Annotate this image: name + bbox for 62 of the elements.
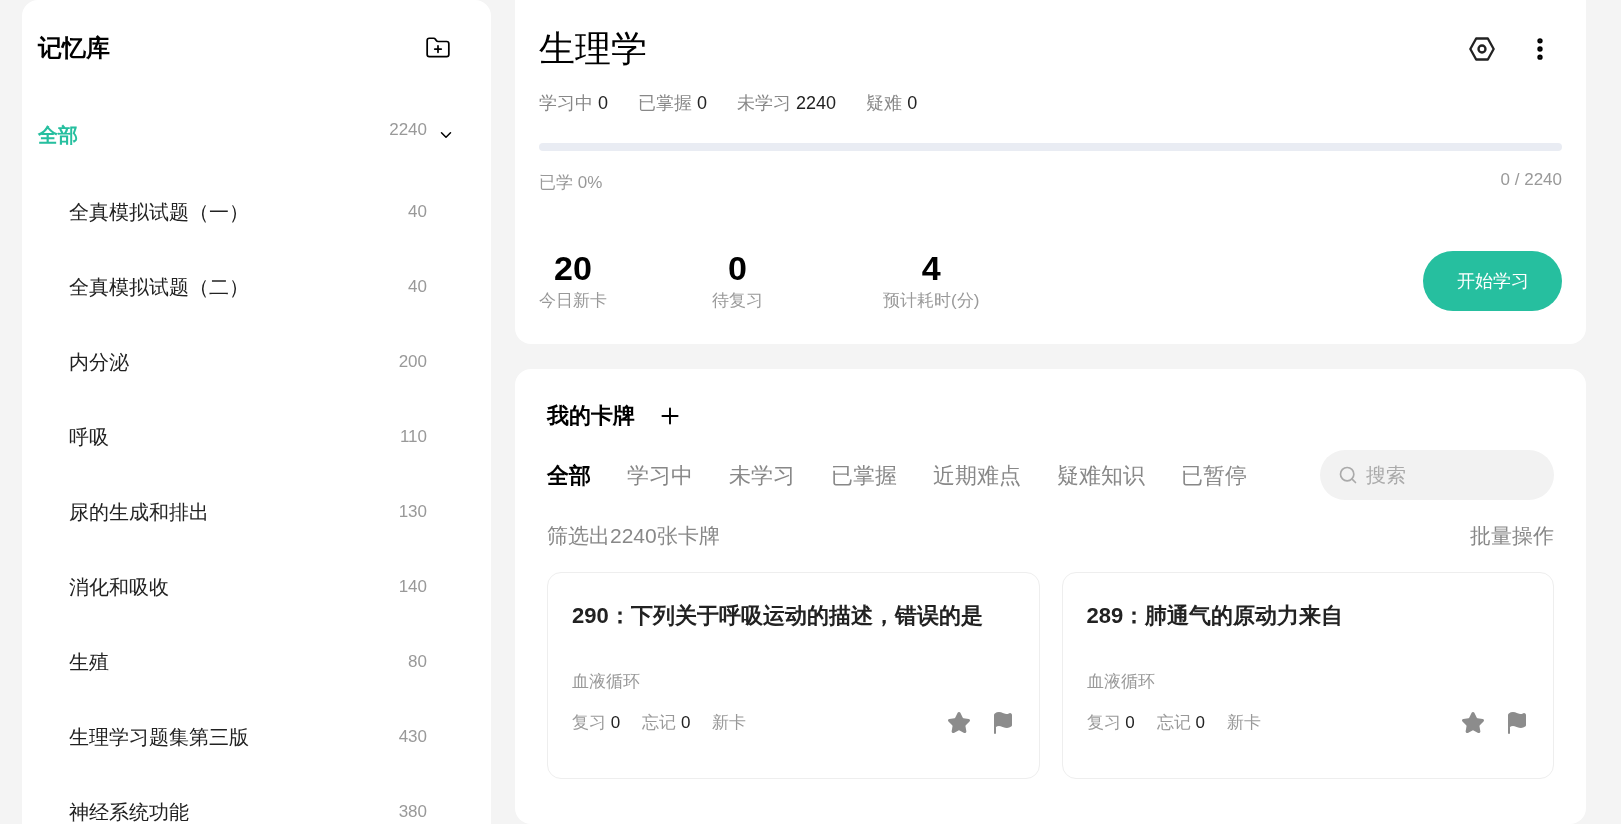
filter-tab[interactable]: 未学习 — [729, 458, 795, 492]
flag-icon[interactable] — [1505, 710, 1529, 735]
item-count: 200 — [398, 350, 427, 373]
bulk-action-link[interactable]: 批量操作 — [1470, 520, 1554, 552]
item-count: 40 — [408, 200, 427, 223]
metric-label: 预计耗时(分) — [883, 289, 980, 312]
stat-text: 学习中 0 — [539, 92, 609, 115]
star-icon[interactable] — [1461, 710, 1485, 735]
filter-tab[interactable]: 疑难知识 — [1057, 458, 1145, 492]
stat-text: 已掌握 0 — [638, 92, 708, 115]
item-count: 110 — [399, 425, 427, 448]
metric-value: 20 — [554, 247, 592, 288]
sidebar-title: 记忆库 — [38, 33, 110, 63]
filter-tab[interactable]: 已掌握 — [831, 458, 897, 492]
search-field[interactable]: 搜索 — [1320, 450, 1554, 500]
sidebar-item[interactable]: 消化和吸收 140 — [38, 549, 475, 624]
item-count: 40 — [408, 275, 427, 298]
card-category: 血液循环 — [572, 670, 641, 693]
filter-tab[interactable]: 学习中 — [627, 458, 693, 492]
flashcard[interactable]: 290：下列关于呼吸运动的描述，错误的是 血液循环 复习 0 忘记 0 新卡 — [547, 571, 1040, 779]
progress-reading: 0 / 2240 — [1500, 169, 1562, 191]
sidebar-item[interactable]: 尿的生成和排出 130 — [38, 474, 475, 549]
sidebar-item[interactable]: 生理学习题集第三版 430 — [38, 699, 475, 774]
forget-count: 忘记 0 — [1156, 712, 1205, 734]
progress-label: 已学 0% — [539, 172, 603, 194]
sidebar-item[interactable]: 全真模拟试题（二） 40 — [38, 249, 475, 324]
search-icon — [1338, 465, 1358, 485]
card-status: 新卡 — [1226, 712, 1261, 734]
item-count: 430 — [398, 725, 427, 748]
stat-text: 未学习 2240 — [737, 92, 837, 115]
filter-summary: 筛选出2240张卡牌 — [547, 523, 720, 549]
panel-title: 我的卡牌 — [547, 402, 635, 430]
review-count: 复习 0 — [1086, 712, 1135, 734]
sidebar-item[interactable]: 全真模拟试题（一） 40 — [38, 174, 475, 249]
settings-icon[interactable] — [1468, 35, 1496, 63]
sidebar-item[interactable]: 呼吸 110 — [38, 399, 475, 474]
filter-tab[interactable]: 全部 — [547, 458, 591, 492]
forget-count: 忘记 0 — [642, 712, 691, 734]
flashcard[interactable]: 289：肺通气的原动力来自 血液循环 复习 0 忘记 0 新卡 — [1061, 571, 1554, 779]
sidebar-item[interactable]: 神经系统功能 380 — [38, 774, 475, 824]
deck-title: 生理学 — [539, 27, 647, 71]
metric-value: 0 — [728, 247, 747, 288]
filter-tab[interactable]: 已暂停 — [1181, 458, 1247, 492]
card-category: 血液循环 — [1086, 670, 1156, 693]
card-status: 新卡 — [712, 712, 747, 734]
item-count: 130 — [398, 500, 427, 523]
metric-value: 4 — [921, 247, 941, 288]
star-icon[interactable] — [946, 710, 971, 735]
review-count: 复习 0 — [572, 712, 621, 734]
card-title: 290：下列关于呼吸运动的描述，错误的是 — [572, 601, 984, 630]
sidebar-item[interactable]: 生殖 80 — [38, 624, 475, 699]
item-count: 80 — [408, 650, 427, 673]
folder-plus-icon — [425, 35, 451, 61]
filter-tab[interactable]: 近期难点 — [933, 458, 1021, 492]
item-count: 380 — [398, 800, 427, 823]
item-count: 2240 — [389, 119, 427, 142]
metric-label: 今日新卡 — [539, 289, 607, 312]
stat-text: 疑难 0 — [866, 92, 918, 115]
sidebar-item[interactable]: 内分泌 200 — [38, 324, 475, 399]
card-title: 289：肺通气的原动力来自 — [1086, 601, 1345, 630]
item-count: 140 — [398, 575, 427, 598]
metric-label: 待复习 — [712, 289, 763, 312]
